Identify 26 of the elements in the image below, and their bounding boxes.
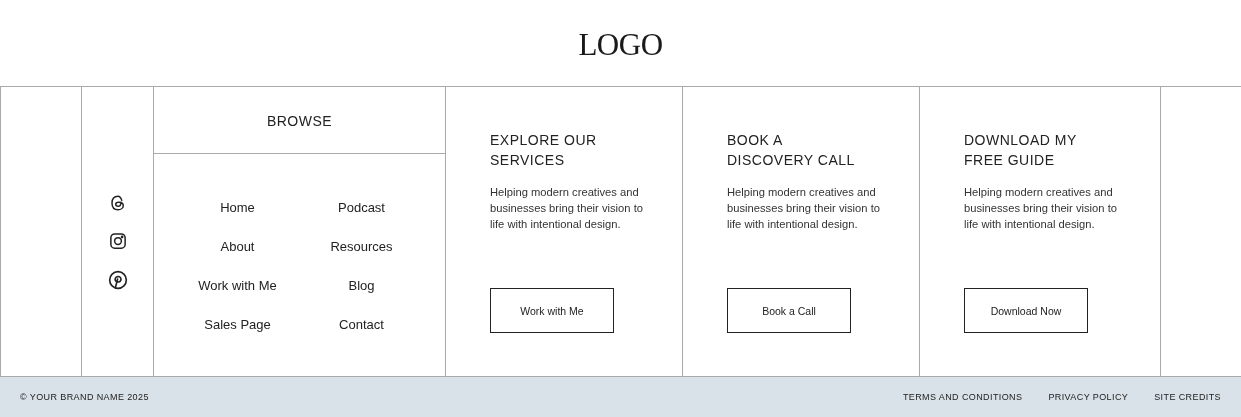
nav-link[interactable]: Resources [330,237,393,257]
browse-heading: BROWSE [266,112,333,129]
card-title: BOOK A DISCOVERY CALL [727,131,856,170]
card-title: DOWNLOAD MY FREE GUIDE [964,131,1078,170]
card-description: Helping modern creatives and businesses bring their vision to life with intentional design. [490,185,644,232]
cta-button[interactable]: Work with Me [490,288,614,333]
nav-link[interactable]: Home [220,198,255,218]
card-title: EXPLORE OUR SERVICES [490,131,598,170]
nav-link[interactable]: Contact [339,315,384,335]
cta-button[interactable]: Download Now [964,288,1088,333]
nav-link[interactable]: Work with Me [198,276,277,296]
footer-link[interactable]: SITE CREDITS [1154,392,1221,402]
nav-link[interactable]: About [220,237,255,257]
copyright-text: © YOUR BRAND NAME 2025 [20,392,150,402]
card-description: Helping modern creatives and businesses bring their vision to life with intentional design. [727,185,881,232]
nav-link[interactable]: Sales Page [204,315,271,335]
instagram-icon[interactable] [108,231,127,250]
card-description: Helping modern creatives and businesses bring their vision to life with intentional design. [964,185,1118,232]
nav-link[interactable]: Podcast [338,198,385,218]
threads-icon[interactable] [108,193,127,212]
logo[interactable]: LOGO [578,23,663,63]
footer-link[interactable]: PRIVACY POLICY [1048,392,1129,402]
nav-link[interactable]: Blog [348,276,375,296]
footer-link[interactable]: TERMS AND CONDITIONS [902,392,1023,402]
cta-button[interactable]: Book a Call [727,288,851,333]
pinterest-icon[interactable] [107,269,128,290]
